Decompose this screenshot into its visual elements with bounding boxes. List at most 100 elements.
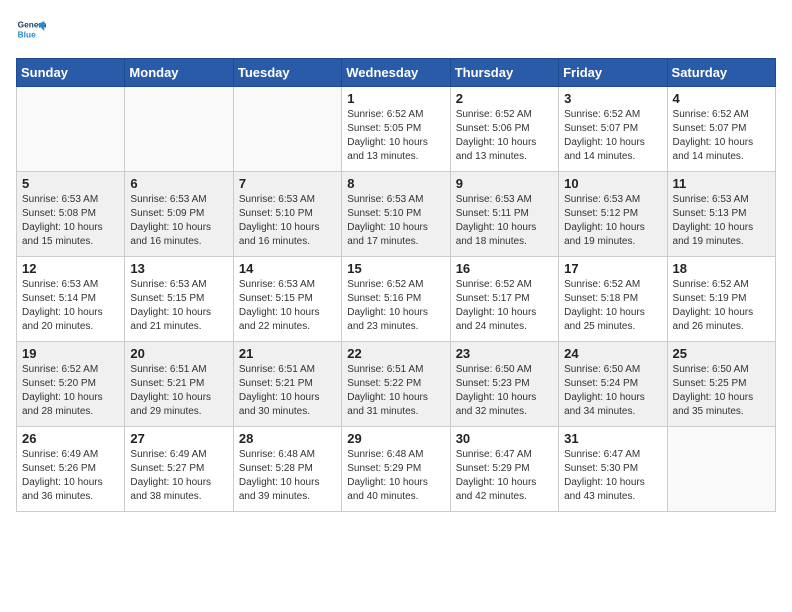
table-row: 12 Sunrise: 6:53 AM Sunset: 5:14 PM Dayli…: [17, 257, 125, 342]
calendar-week-row: 12 Sunrise: 6:53 AM Sunset: 5:14 PM Dayli…: [17, 257, 776, 342]
day-number: 1: [347, 91, 444, 106]
day-info: Sunrise: 6:49 AM Sunset: 5:26 PM Dayligh…: [22, 448, 119, 504]
table-row: 23 Sunrise: 6:50 AM Sunset: 5:23 PM Dayli…: [450, 342, 558, 427]
calendar-week-row: 19Sunrise: 6:52 AM Sunset: 5:20 PM Dayli…: [17, 342, 776, 427]
day-info: Sunrise: 6:51 AM Sunset: 5:21 PM Dayligh…: [239, 363, 336, 419]
day-number: 11: [673, 176, 770, 191]
day-number: 9: [456, 176, 553, 191]
table-row: 10 Sunrise: 6:53 AM Sunset: 5:12 PM Dayli…: [559, 172, 667, 257]
col-header-tuesday: Tuesday: [233, 59, 341, 87]
day-number: 16: [456, 261, 553, 276]
table-row: [125, 87, 233, 172]
day-info: Sunrise: 6:53 AM Sunset: 5:10 PM Dayligh…: [347, 193, 444, 249]
day-number: 22: [347, 346, 444, 361]
day-info: Sunrise: 6:52 AM Sunset: 5:06 PM Dayligh…: [456, 108, 553, 164]
day-info: Sunrise: 6:53 AM Sunset: 5:15 PM Dayligh…: [239, 278, 336, 334]
day-number: 18: [673, 261, 770, 276]
col-header-friday: Friday: [559, 59, 667, 87]
day-info: Sunrise: 6:52 AM Sunset: 5:07 PM Dayligh…: [673, 108, 770, 164]
table-row: 11 Sunrise: 6:53 AM Sunset: 5:13 PM Dayli…: [667, 172, 775, 257]
day-number: 12: [22, 261, 119, 276]
day-number: 14: [239, 261, 336, 276]
table-row: 15 Sunrise: 6:52 AM Sunset: 5:16 PM Dayli…: [342, 257, 450, 342]
col-header-sunday: Sunday: [17, 59, 125, 87]
day-info: Sunrise: 6:52 AM Sunset: 5:05 PM Dayligh…: [347, 108, 444, 164]
svg-text:Blue: Blue: [18, 30, 36, 40]
table-row: 2 Sunrise: 6:52 AM Sunset: 5:06 PM Daylig…: [450, 87, 558, 172]
day-number: 8: [347, 176, 444, 191]
calendar-week-row: 26 Sunrise: 6:49 AM Sunset: 5:26 PM Dayli…: [17, 427, 776, 512]
day-number: 17: [564, 261, 661, 276]
logo-icon: General Blue: [16, 16, 46, 46]
day-info: Sunrise: 6:53 AM Sunset: 5:11 PM Dayligh…: [456, 193, 553, 249]
day-number: 6: [130, 176, 227, 191]
day-info: Sunrise: 6:52 AM Sunset: 5:16 PM Dayligh…: [347, 278, 444, 334]
table-row: 27 Sunrise: 6:49 AM Sunset: 5:27 PM Dayli…: [125, 427, 233, 512]
day-info: Sunrise: 6:51 AM Sunset: 5:21 PM Dayligh…: [130, 363, 227, 419]
calendar-week-row: 5 Sunrise: 6:53 AM Sunset: 5:08 PM Daylig…: [17, 172, 776, 257]
day-info: Sunrise: 6:47 AM Sunset: 5:29 PM Dayligh…: [456, 448, 553, 504]
day-number: 19: [22, 346, 119, 361]
day-info: Sunrise: 6:53 AM Sunset: 5:15 PM Dayligh…: [130, 278, 227, 334]
day-number: 27: [130, 431, 227, 446]
page-container: General Blue Sunday Monday Tuesday Wedne…: [0, 0, 792, 520]
day-info: Sunrise: 6:48 AM Sunset: 5:29 PM Dayligh…: [347, 448, 444, 504]
table-row: 20 Sunrise: 6:51 AM Sunset: 5:21 PM Dayli…: [125, 342, 233, 427]
calendar-header-row: Sunday Monday Tuesday Wednesday Thursday…: [17, 59, 776, 87]
table-row: 21 Sunrise: 6:51 AM Sunset: 5:21 PM Dayli…: [233, 342, 341, 427]
day-info: Sunrise: 6:51 AM Sunset: 5:22 PM Dayligh…: [347, 363, 444, 419]
table-row: 3 Sunrise: 6:52 AM Sunset: 5:07 PM Daylig…: [559, 87, 667, 172]
table-row: 16 Sunrise: 6:52 AM Sunset: 5:17 PM Dayli…: [450, 257, 558, 342]
table-row: 13 Sunrise: 6:53 AM Sunset: 5:15 PM Dayli…: [125, 257, 233, 342]
day-info: Sunrise: 6:49 AM Sunset: 5:27 PM Dayligh…: [130, 448, 227, 504]
day-info: Sunrise: 6:50 AM Sunset: 5:25 PM Dayligh…: [673, 363, 770, 419]
day-number: 25: [673, 346, 770, 361]
day-number: 20: [130, 346, 227, 361]
table-row: 9 Sunrise: 6:53 AM Sunset: 5:11 PM Daylig…: [450, 172, 558, 257]
day-number: 2: [456, 91, 553, 106]
day-info: Sunrise: 6:53 AM Sunset: 5:13 PM Dayligh…: [673, 193, 770, 249]
logo: General Blue: [16, 16, 50, 46]
day-info: Sunrise: 6:48 AM Sunset: 5:28 PM Dayligh…: [239, 448, 336, 504]
calendar-week-row: 1 Sunrise: 6:52 AM Sunset: 5:05 PM Daylig…: [17, 87, 776, 172]
table-row: [667, 427, 775, 512]
day-number: 26: [22, 431, 119, 446]
table-row: 28Sunrise: 6:48 AM Sunset: 5:28 PM Dayli…: [233, 427, 341, 512]
day-info: Sunrise: 6:53 AM Sunset: 5:09 PM Dayligh…: [130, 193, 227, 249]
day-info: Sunrise: 6:53 AM Sunset: 5:12 PM Dayligh…: [564, 193, 661, 249]
col-header-wednesday: Wednesday: [342, 59, 450, 87]
table-row: 19Sunrise: 6:52 AM Sunset: 5:20 PM Dayli…: [17, 342, 125, 427]
day-number: 23: [456, 346, 553, 361]
table-row: 4 Sunrise: 6:52 AM Sunset: 5:07 PM Daylig…: [667, 87, 775, 172]
day-info: Sunrise: 6:53 AM Sunset: 5:08 PM Dayligh…: [22, 193, 119, 249]
table-row: 24 Sunrise: 6:50 AM Sunset: 5:24 PM Dayli…: [559, 342, 667, 427]
page-header: General Blue: [16, 16, 776, 46]
day-number: 4: [673, 91, 770, 106]
day-info: Sunrise: 6:50 AM Sunset: 5:24 PM Dayligh…: [564, 363, 661, 419]
day-info: Sunrise: 6:52 AM Sunset: 5:07 PM Dayligh…: [564, 108, 661, 164]
table-row: 26 Sunrise: 6:49 AM Sunset: 5:26 PM Dayli…: [17, 427, 125, 512]
day-info: Sunrise: 6:50 AM Sunset: 5:23 PM Dayligh…: [456, 363, 553, 419]
table-row: 7Sunrise: 6:53 AM Sunset: 5:10 PM Daylig…: [233, 172, 341, 257]
day-number: 10: [564, 176, 661, 191]
col-header-monday: Monday: [125, 59, 233, 87]
day-number: 30: [456, 431, 553, 446]
table-row: 17Sunrise: 6:52 AM Sunset: 5:18 PM Dayli…: [559, 257, 667, 342]
day-number: 7: [239, 176, 336, 191]
day-number: 24: [564, 346, 661, 361]
col-header-saturday: Saturday: [667, 59, 775, 87]
day-number: 13: [130, 261, 227, 276]
table-row: 14 Sunrise: 6:53 AM Sunset: 5:15 PM Dayli…: [233, 257, 341, 342]
table-row: 6 Sunrise: 6:53 AM Sunset: 5:09 PM Daylig…: [125, 172, 233, 257]
day-info: Sunrise: 6:53 AM Sunset: 5:14 PM Dayligh…: [22, 278, 119, 334]
col-header-thursday: Thursday: [450, 59, 558, 87]
table-row: 30 Sunrise: 6:47 AM Sunset: 5:29 PM Dayli…: [450, 427, 558, 512]
calendar-table: Sunday Monday Tuesday Wednesday Thursday…: [16, 58, 776, 512]
day-number: 5: [22, 176, 119, 191]
day-info: Sunrise: 6:52 AM Sunset: 5:17 PM Dayligh…: [456, 278, 553, 334]
day-number: 21: [239, 346, 336, 361]
day-number: 3: [564, 91, 661, 106]
day-number: 15: [347, 261, 444, 276]
table-row: 18Sunrise: 6:52 AM Sunset: 5:19 PM Dayli…: [667, 257, 775, 342]
table-row: 31Sunrise: 6:47 AM Sunset: 5:30 PM Dayli…: [559, 427, 667, 512]
